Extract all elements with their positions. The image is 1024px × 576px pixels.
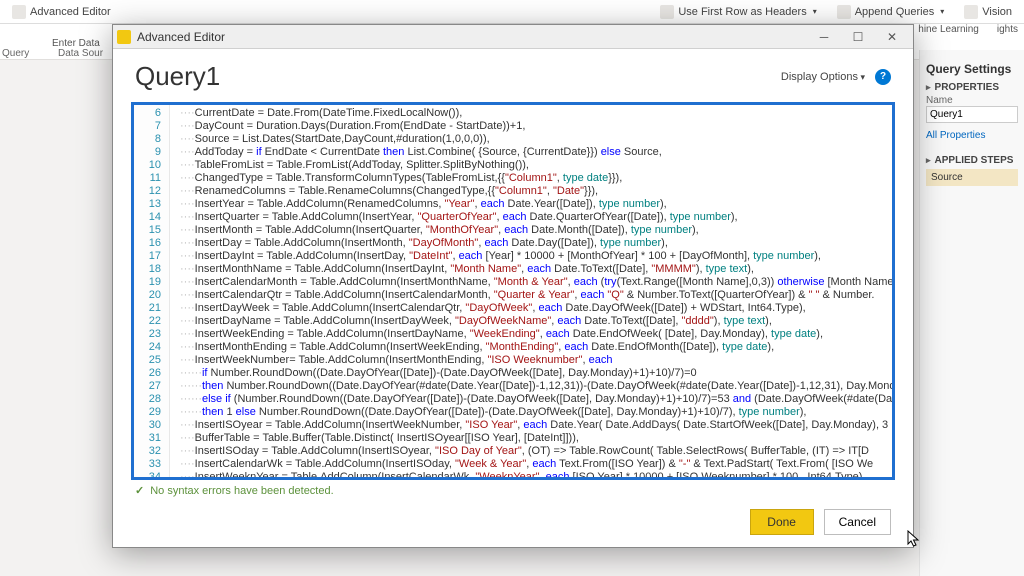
applied-steps-section[interactable]: APPLIED STEPS: [926, 155, 1018, 166]
syntax-status: No syntax errors have been detected.: [113, 480, 913, 501]
page-icon: [12, 5, 26, 19]
window-title: Advanced Editor: [137, 30, 225, 44]
titlebar[interactable]: Advanced Editor ─ ☐ ✕: [113, 25, 913, 49]
ribbon-label: Append Queries: [855, 6, 935, 18]
applied-step-source[interactable]: Source: [926, 169, 1018, 186]
status-text: No syntax errors have been detected.: [150, 485, 333, 497]
ribbon-advanced-editor[interactable]: Advanced Editor: [6, 5, 117, 19]
all-properties-link[interactable]: All Properties: [926, 130, 985, 141]
ribbon-label: Advanced Editor: [30, 6, 111, 18]
ribbon-label: ights: [997, 24, 1018, 35]
powerbi-icon: [117, 30, 131, 44]
query-settings-pane: Query Settings PROPERTIES Name All Prope…: [919, 50, 1024, 576]
close-button[interactable]: ✕: [875, 27, 909, 47]
insights-group-cut: ights: [997, 24, 1018, 36]
done-button[interactable]: Done: [750, 509, 814, 535]
ribbon-label: Vision: [982, 6, 1012, 18]
vision[interactable]: Vision: [958, 5, 1018, 19]
code-editor[interactable]: 6789101112131415161718192021222324252627…: [131, 102, 895, 480]
append-queries[interactable]: Append Queries▾: [831, 5, 951, 19]
enter-data-group[interactable]: Enter Data: [52, 24, 100, 50]
dialog-buttons: Done Cancel: [113, 501, 913, 547]
append-icon: [837, 5, 851, 19]
table-icon: [660, 5, 674, 19]
code-area[interactable]: ····CurrentDate = Date.From(DateTime.Fix…: [170, 105, 892, 477]
ribbon-label: hine Learning: [918, 24, 979, 35]
close-load-group[interactable]: [6, 24, 34, 38]
modal-header: Query1 Display Options ?: [113, 49, 913, 98]
line-gutter: 6789101112131415161718192021222324252627…: [134, 105, 170, 477]
minimize-button[interactable]: ─: [807, 27, 841, 47]
eye-icon: [964, 5, 978, 19]
maximize-button[interactable]: ☐: [841, 27, 875, 47]
ribbon-top: Advanced Editor Use First Row as Headers…: [0, 0, 1024, 24]
name-label: Name: [926, 95, 1018, 106]
cancel-button[interactable]: Cancel: [824, 509, 891, 535]
query-group-label: Query: [2, 48, 29, 59]
properties-section[interactable]: PROPERTIES: [926, 82, 1018, 93]
query-heading: Query1: [135, 61, 220, 92]
use-first-row-headers[interactable]: Use First Row as Headers▾: [654, 5, 822, 19]
data-sources-label: Data Sour: [58, 48, 103, 59]
display-options-dropdown[interactable]: Display Options: [781, 71, 865, 83]
ribbon-label: Use First Row as Headers: [678, 6, 806, 18]
advanced-editor-dialog: Advanced Editor ─ ☐ ✕ Query1 Display Opt…: [112, 24, 914, 548]
help-icon[interactable]: ?: [875, 69, 891, 85]
ml-group-cut: hine Learning: [918, 24, 979, 36]
query-settings-title: Query Settings: [926, 62, 1018, 76]
query-name-input[interactable]: [926, 106, 1018, 123]
